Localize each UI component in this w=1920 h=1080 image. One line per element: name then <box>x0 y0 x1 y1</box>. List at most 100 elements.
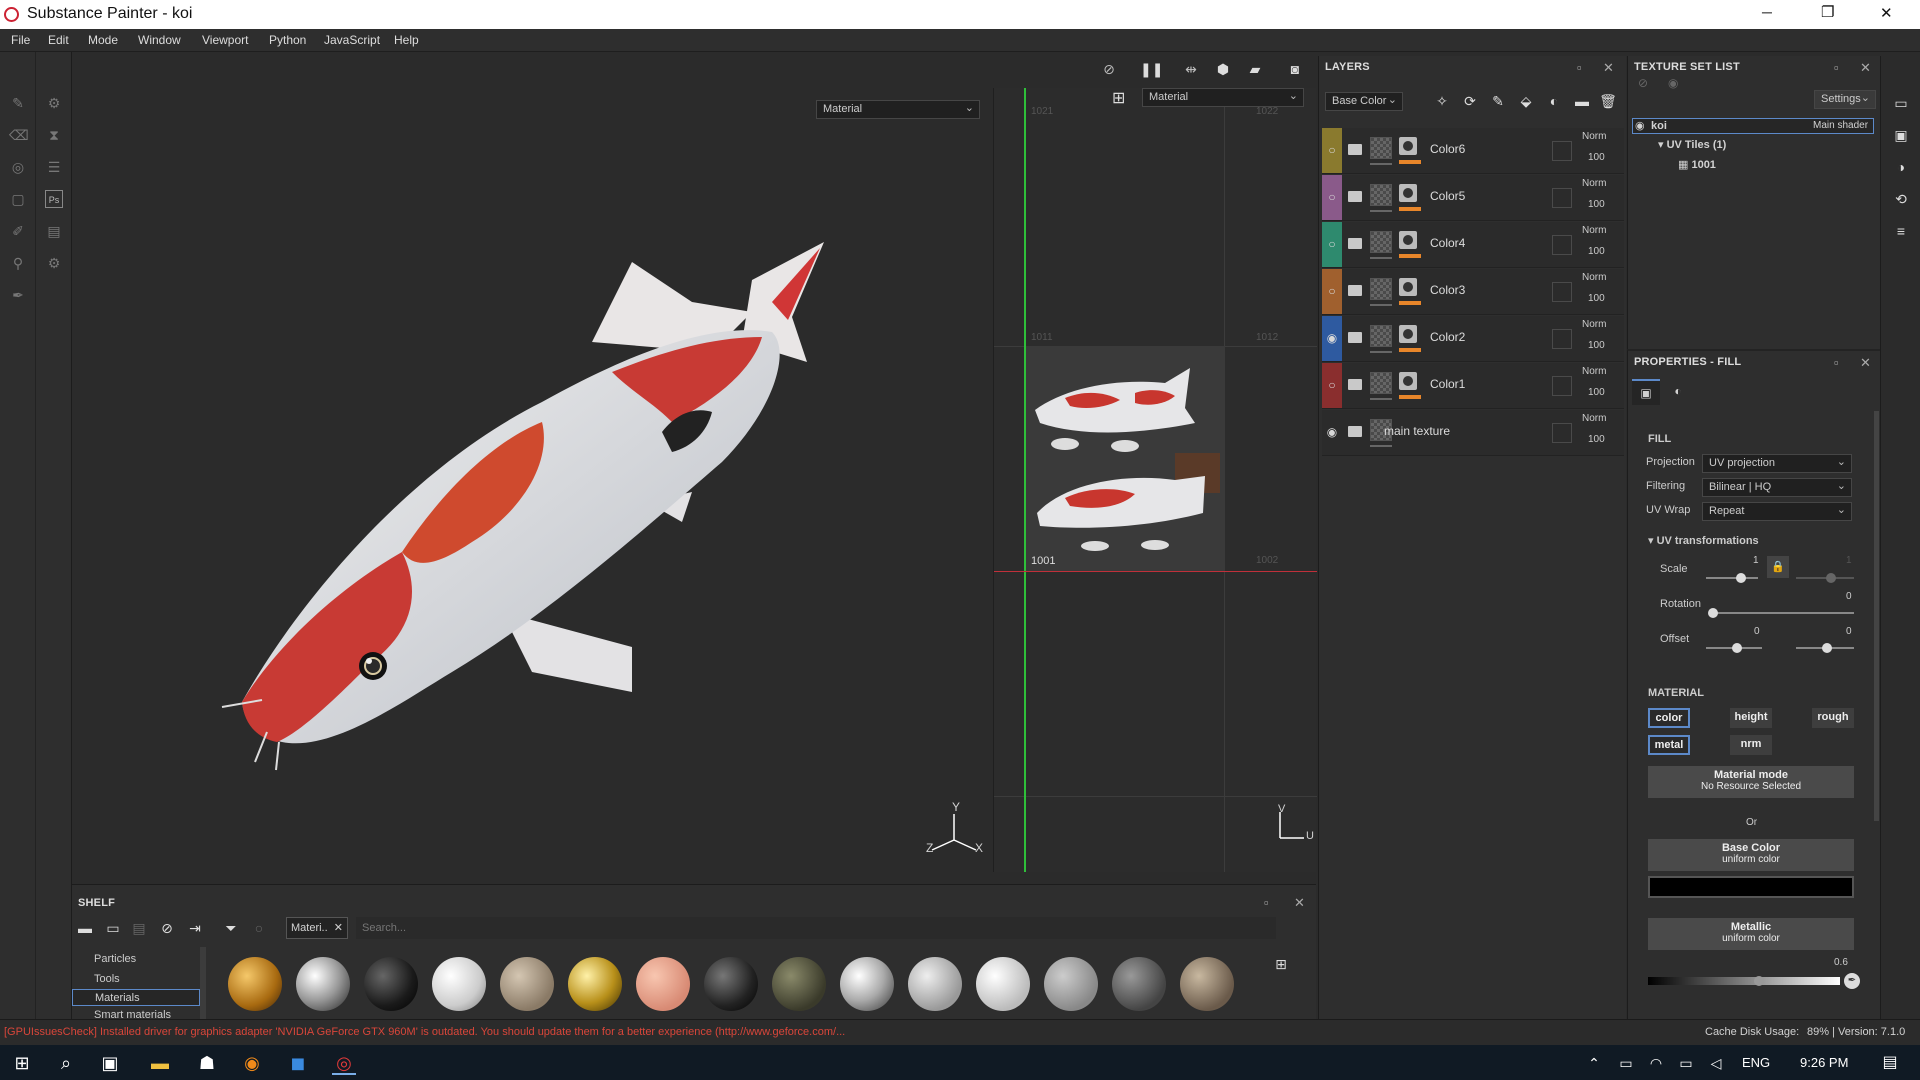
eye-icon[interactable]: ◉ <box>1635 119 1645 132</box>
device-icon[interactable]: ▭ <box>1614 1051 1638 1075</box>
status-message[interactable]: [GPUIssuesCheck] Installed driver for gr… <box>4 1026 1004 1038</box>
search-icon[interactable]: ⌕ <box>54 1051 78 1075</box>
uvwrap-select[interactable]: Repeat <box>1702 502 1852 521</box>
material-thumbnail[interactable] <box>1044 957 1098 1011</box>
layer-select-box[interactable] <box>1552 235 1572 255</box>
visibility-eye-icon[interactable]: ○ <box>1325 143 1339 157</box>
folder-icon[interactable] <box>1348 144 1362 155</box>
paint-brush-icon[interactable]: ✎ <box>9 94 27 112</box>
viewport-mode-select[interactable]: Material <box>816 100 980 119</box>
uv-tile-item[interactable]: ▦ 1001 <box>1678 158 1716 171</box>
visibility-eye-icon[interactable]: ○ <box>1325 378 1339 392</box>
layer-select-box[interactable] <box>1552 376 1572 396</box>
material-thumbnail[interactable] <box>908 957 962 1011</box>
close-button[interactable]: ✕ <box>1880 4 1893 22</box>
visibility-eye-icon[interactable]: ◉ <box>1325 331 1339 345</box>
stack-icon[interactable]: ☰ <box>45 158 63 176</box>
channel-rough-button[interactable]: rough <box>1812 708 1854 728</box>
menu-python[interactable]: Python <box>269 33 306 47</box>
mask-icon[interactable] <box>1399 231 1417 249</box>
viewport-3d[interactable]: Material Y Z X <box>72 52 992 872</box>
layer-opacity[interactable]: 100 <box>1588 293 1605 304</box>
menu-mode[interactable]: Mode <box>88 33 118 47</box>
shader-settings-icon[interactable]: ◑ <box>1892 158 1910 176</box>
folder-icon[interactable] <box>1348 285 1362 296</box>
material-thumbnail[interactable] <box>772 957 826 1011</box>
polygon-fill-icon[interactable]: ▢ <box>9 190 27 208</box>
eraser-icon[interactable]: ⌫ <box>9 126 29 144</box>
category-scrollbar[interactable] <box>200 947 206 1019</box>
lock-icon[interactable]: 🔒 <box>1767 556 1789 578</box>
close-panel-icon[interactable]: ✕ <box>1603 60 1614 76</box>
blender-icon[interactable]: ◉ <box>240 1051 264 1075</box>
clock[interactable]: 9:26 PM <box>1800 1055 1848 1070</box>
offset-y-slider[interactable] <box>1796 643 1854 653</box>
blend-mode[interactable]: Norm <box>1582 225 1606 236</box>
hourglass-icon[interactable]: ⧗ <box>45 126 63 144</box>
visibility-eye-icon[interactable]: ◉ <box>1325 425 1339 439</box>
material-thumbnail[interactable] <box>1180 957 1234 1011</box>
symmetry-icon[interactable]: ⇹ <box>1182 60 1200 78</box>
app-icon[interactable]: ☗ <box>195 1051 219 1075</box>
mask-icon[interactable] <box>1399 184 1417 202</box>
smart-material-icon[interactable]: ◐ <box>1545 92 1563 110</box>
add-mask-icon[interactable]: ⟳ <box>1461 92 1479 110</box>
material-thumbnail[interactable] <box>432 957 486 1011</box>
fill-tab[interactable]: ▣ <box>1632 379 1660 405</box>
settings-select[interactable]: Settings <box>1814 90 1876 109</box>
scale-slider-2[interactable] <box>1796 573 1854 583</box>
material-thumbnail[interactable] <box>840 957 894 1011</box>
base-color-button[interactable]: Base Color uniform color <box>1648 839 1854 871</box>
layer-row[interactable]: ◉ main texture Norm 100 <box>1322 410 1624 456</box>
channel-select[interactable]: Base Color <box>1325 92 1403 111</box>
layer-opacity[interactable]: 100 <box>1588 387 1605 398</box>
folder-icon[interactable] <box>1348 332 1362 343</box>
refresh-icon[interactable]: ○ <box>250 919 268 937</box>
material-thumbnail[interactable] <box>704 957 758 1011</box>
slider-knob[interactable] <box>1754 976 1764 986</box>
layer-row[interactable]: ○ Color6 Norm 100 <box>1322 128 1624 174</box>
folder-icon[interactable] <box>1348 379 1362 390</box>
folder-icon[interactable] <box>1348 238 1362 249</box>
material-mode-button[interactable]: Material mode No Resource Selected <box>1648 766 1854 798</box>
tray-expand-icon[interactable]: ⌃ <box>1582 1051 1606 1075</box>
color-picker-icon[interactable]: ✒ <box>9 286 27 304</box>
offset-x-slider[interactable] <box>1706 643 1762 653</box>
menu-edit[interactable]: Edit <box>48 33 69 47</box>
layer-select-box[interactable] <box>1552 423 1572 443</box>
material-thumbnail[interactable] <box>1112 957 1166 1011</box>
uv-mode-select[interactable]: Material <box>1142 88 1304 107</box>
log-icon[interactable]: ≡ <box>1892 222 1910 240</box>
file-explorer-icon[interactable]: ▬ <box>148 1051 172 1075</box>
add-paint-layer-icon[interactable]: ✎ <box>1489 92 1507 110</box>
material-thumbnail[interactable] <box>976 957 1030 1011</box>
task-view-icon[interactable]: ▣ <box>98 1051 122 1075</box>
settings-gear-icon[interactable]: ⚙ <box>45 254 63 272</box>
menu-window[interactable]: Window <box>138 33 181 47</box>
screenshot-icon[interactable]: ◙ <box>1286 60 1304 78</box>
layer-opacity[interactable]: 100 <box>1588 199 1605 210</box>
scroll-track[interactable] <box>1874 411 1879 821</box>
save-icon[interactable]: ▤ <box>130 919 148 937</box>
mask-icon[interactable] <box>1399 278 1417 296</box>
float-panel-icon[interactable]: ▫ <box>1577 60 1582 75</box>
filtering-select[interactable]: Bilinear | HQ <box>1702 478 1852 497</box>
layer-opacity[interactable]: 100 <box>1588 246 1605 257</box>
material-thumbnail[interactable] <box>636 957 690 1011</box>
notifications-icon[interactable]: ▤ <box>1878 1051 1902 1075</box>
mask-icon[interactable] <box>1399 325 1417 343</box>
wifi-icon[interactable]: ◠ <box>1644 1051 1668 1075</box>
substance-painter-icon[interactable]: ◎ <box>332 1051 356 1075</box>
layer-row[interactable]: ○ Color3 Norm 100 <box>1322 269 1624 315</box>
add-effect-icon[interactable]: ✧ <box>1433 92 1451 110</box>
texture-set-row[interactable]: ◉ koi Main shader <box>1632 118 1874 134</box>
export-icon[interactable]: ▤ <box>45 222 63 240</box>
float-panel-icon[interactable]: ▫ <box>1834 355 1839 370</box>
material-thumbnail[interactable] <box>296 957 350 1011</box>
language-indicator[interactable]: ENG <box>1742 1055 1770 1070</box>
shelf-category-selected[interactable]: Materials <box>72 989 200 1006</box>
metallic-button[interactable]: Metallic uniform color <box>1648 918 1854 950</box>
menu-help[interactable]: Help <box>394 33 419 47</box>
slider-knob[interactable] <box>1826 573 1836 583</box>
channel-metal-button[interactable]: metal <box>1648 735 1690 755</box>
